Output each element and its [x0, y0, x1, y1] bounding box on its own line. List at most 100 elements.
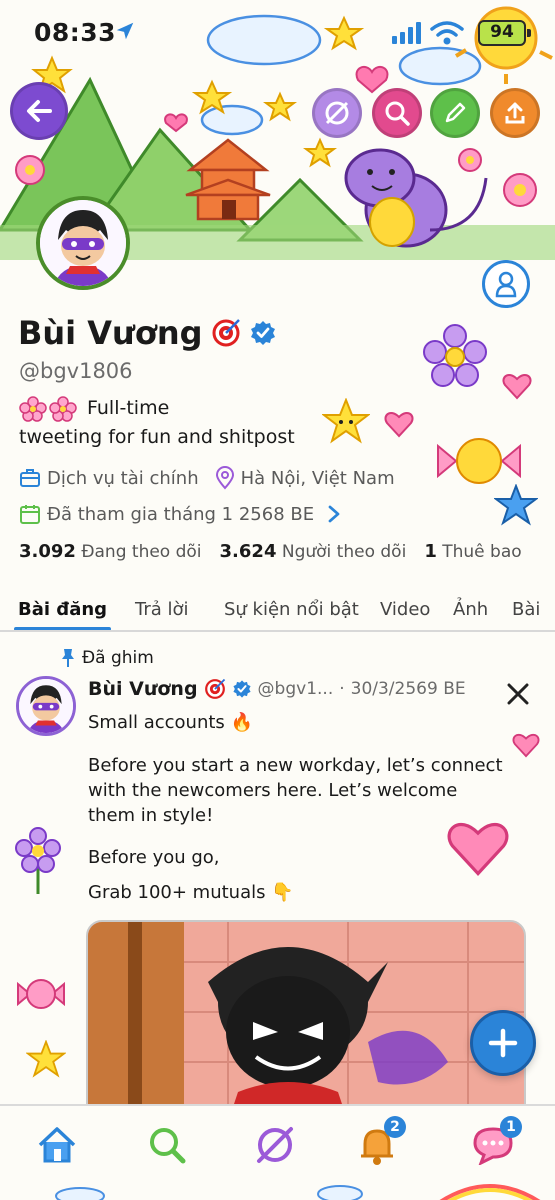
tweet-text-paragraph-1: Before you start a new workday, let’s co…: [88, 755, 503, 826]
candy-doodle-icon: [437, 438, 521, 484]
tab-videos[interactable]: Video: [380, 594, 430, 625]
profile-joined: Đã tham gia tháng 1 2568 BE: [47, 503, 315, 525]
battery-indicator: 94: [478, 20, 531, 46]
bio-text-1: Full-time: [87, 397, 170, 419]
flower-doodle-icon: [423, 324, 487, 387]
person-icon: [495, 271, 517, 298]
target-emoji-icon: [204, 678, 225, 699]
home-icon: [38, 1127, 76, 1163]
smiling-star-icon: [322, 398, 370, 444]
pin-icon: [62, 649, 74, 667]
cherry-blossom-icon: [19, 396, 77, 422]
heart-doodle-icon: [502, 374, 532, 400]
tweet-separator: ·: [339, 679, 345, 699]
profile-tabs: Bài đăng Trả lời Sự kiện nổi bật Video Ả…: [0, 590, 555, 631]
subscriptions-label: Thuê bao: [442, 542, 522, 562]
compose-button[interactable]: [470, 1010, 536, 1076]
nav-notifications[interactable]: 2: [352, 1116, 406, 1170]
tab-posts[interactable]: Bài đăng: [13, 594, 112, 631]
followers-stat[interactable]: 3.624 Người theo dõi: [220, 541, 407, 562]
tab-highlights[interactable]: Sự kiện nổi bật: [224, 594, 359, 625]
status-bar: 08:33 94: [0, 0, 555, 64]
profile-avatar[interactable]: [36, 196, 130, 290]
nav-messages[interactable]: 1: [468, 1116, 522, 1170]
plus-icon: [488, 1028, 518, 1058]
blue-star-doodle-icon: [494, 484, 538, 526]
edit-profile-button[interactable]: [430, 88, 480, 138]
candy-doodle-icon: [17, 979, 65, 1009]
notifications-badge: 2: [384, 1116, 406, 1138]
heart-doodle-icon: [447, 822, 509, 876]
avatar-drawing: [19, 679, 73, 733]
status-time: 08:33: [34, 18, 117, 47]
tweet-author-name[interactable]: Bùi Vương: [88, 678, 198, 700]
subscriptions-stat[interactable]: 1 Thuê bao: [424, 541, 521, 562]
bottom-navigation: 2 1: [0, 1104, 555, 1200]
pencil-icon: [445, 102, 466, 123]
location-pin-icon: [215, 466, 234, 490]
grok-button[interactable]: [312, 88, 362, 138]
cellular-signal-icon: [392, 22, 422, 48]
tweet-author-avatar[interactable]: [16, 676, 76, 736]
tab-articles[interactable]: Bài: [512, 594, 540, 625]
nav-search[interactable]: [142, 1120, 192, 1170]
share-upload-icon: [505, 102, 525, 124]
calendar-icon: [20, 505, 40, 524]
wifi-icon: [430, 21, 464, 49]
heart-doodle-icon: [384, 412, 414, 438]
search-icon: [385, 101, 410, 126]
search-icon: [150, 1128, 186, 1164]
following-stat[interactable]: 3.092 Đang theo dõi: [19, 541, 202, 562]
heart-doodle-icon: [512, 733, 540, 758]
following-label: Đang theo dõi: [81, 542, 202, 562]
nav-grok[interactable]: [250, 1120, 300, 1170]
avatar-drawing: [40, 200, 126, 286]
arrow-left-icon: [27, 100, 52, 122]
chevron-right-icon: [328, 505, 340, 523]
subscriptions-count: 1: [424, 541, 437, 562]
location-arrow-icon: [114, 20, 136, 46]
tweet-text-line-1: Small accounts 🔥: [88, 712, 253, 733]
bottom-doodles: [55, 1184, 541, 1200]
tweet-header: Bùi Vương @bgv1... · 30/3/2569 BE: [88, 678, 466, 700]
profile-handle: @bgv1806: [19, 359, 133, 383]
profile-name: Bùi Vương: [18, 314, 203, 352]
tweet-image-drawing: [88, 922, 524, 1118]
follow-suggestions-button[interactable]: [482, 260, 530, 308]
profile-stats: 3.092 Đang theo dõi 3.624 Người theo dõi…: [19, 541, 522, 562]
target-emoji-icon: [212, 319, 240, 347]
tab-replies[interactable]: Trả lời: [135, 594, 189, 625]
bio-line-1: Full-time: [19, 394, 169, 422]
profile-name-row: Bùi Vương: [18, 314, 277, 352]
profile-joined-row[interactable]: Đã tham gia tháng 1 2568 BE: [19, 503, 342, 525]
grok-icon: [257, 1127, 293, 1163]
following-count: 3.092: [19, 541, 76, 562]
profile-location: Hà Nội, Việt Nam: [240, 467, 395, 489]
search-button[interactable]: [372, 88, 422, 138]
tweet-media-image[interactable]: [86, 920, 526, 1120]
tweet-text-paragraph-2: Before you go,: [88, 847, 220, 868]
star-doodle-icon: [26, 1040, 66, 1078]
followers-count: 3.624: [219, 541, 277, 562]
followers-label: Người theo dõi: [281, 542, 407, 562]
share-button[interactable]: [490, 88, 540, 138]
briefcase-icon: [20, 469, 40, 487]
flower-doodle-icon: [15, 827, 61, 894]
grok-icon: [325, 101, 349, 125]
messages-badge: 1: [500, 1116, 522, 1138]
tabs-divider: [0, 630, 555, 632]
pinned-indicator: Đã ghim: [60, 648, 154, 668]
profile-category[interactable]: Dịch vụ tài chính: [47, 468, 199, 489]
tweet-date: 30/3/2569 BE: [350, 679, 466, 699]
bio-text-2: tweeting for fun and shitpost: [19, 426, 295, 448]
profile-meta-row: Dịch vụ tài chính Hà Nội, Việt Nam: [19, 466, 395, 490]
tab-photos[interactable]: Ảnh: [453, 594, 488, 625]
back-button[interactable]: [10, 82, 68, 140]
tweet-text-paragraph-3: Grab 100+ mutuals 👇: [88, 882, 294, 903]
verified-badge-icon: [232, 680, 251, 698]
pinned-label: Đã ghim: [82, 648, 154, 668]
close-icon[interactable]: [504, 680, 532, 708]
tweet-author-handle: @bgv1...: [257, 679, 334, 699]
verified-badge-icon[interactable]: [249, 319, 277, 347]
nav-home[interactable]: [32, 1120, 82, 1170]
